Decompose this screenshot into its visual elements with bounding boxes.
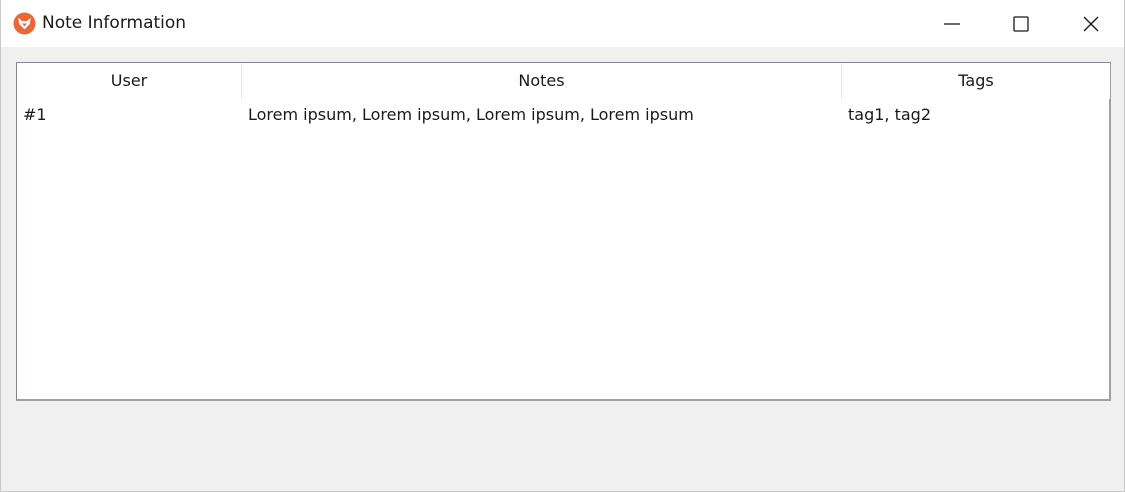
maximize-icon (1013, 16, 1029, 32)
window-title: Note Information (42, 13, 187, 33)
cell-user: #1 (23, 105, 47, 124)
minimize-icon (944, 23, 960, 25)
cell-tags: tag1, tag2 (848, 105, 931, 124)
close-icon (1083, 16, 1099, 32)
column-header-user[interactable]: User (17, 63, 242, 99)
notes-list-view[interactable]: User Notes Tags #1 Lorem ipsum, Lorem ip… (16, 62, 1111, 401)
cell-notes: Lorem ipsum, Lorem ipsum, Lorem ipsum, L… (248, 105, 694, 124)
column-header-tags[interactable]: Tags (842, 63, 1110, 99)
fox-icon (13, 12, 36, 35)
table-header: User Notes Tags (17, 63, 1110, 99)
close-button[interactable] (1068, 0, 1114, 47)
note-information-window: Note Information User Notes Tags #1 Lore… (0, 0, 1125, 492)
title-bar[interactable]: Note Information (1, 0, 1124, 47)
maximize-button[interactable] (998, 0, 1044, 47)
minimize-button[interactable] (929, 0, 975, 47)
column-header-notes[interactable]: Notes (242, 63, 842, 99)
table-row[interactable]: #1 Lorem ipsum, Lorem ipsum, Lorem ipsum… (17, 101, 1110, 129)
